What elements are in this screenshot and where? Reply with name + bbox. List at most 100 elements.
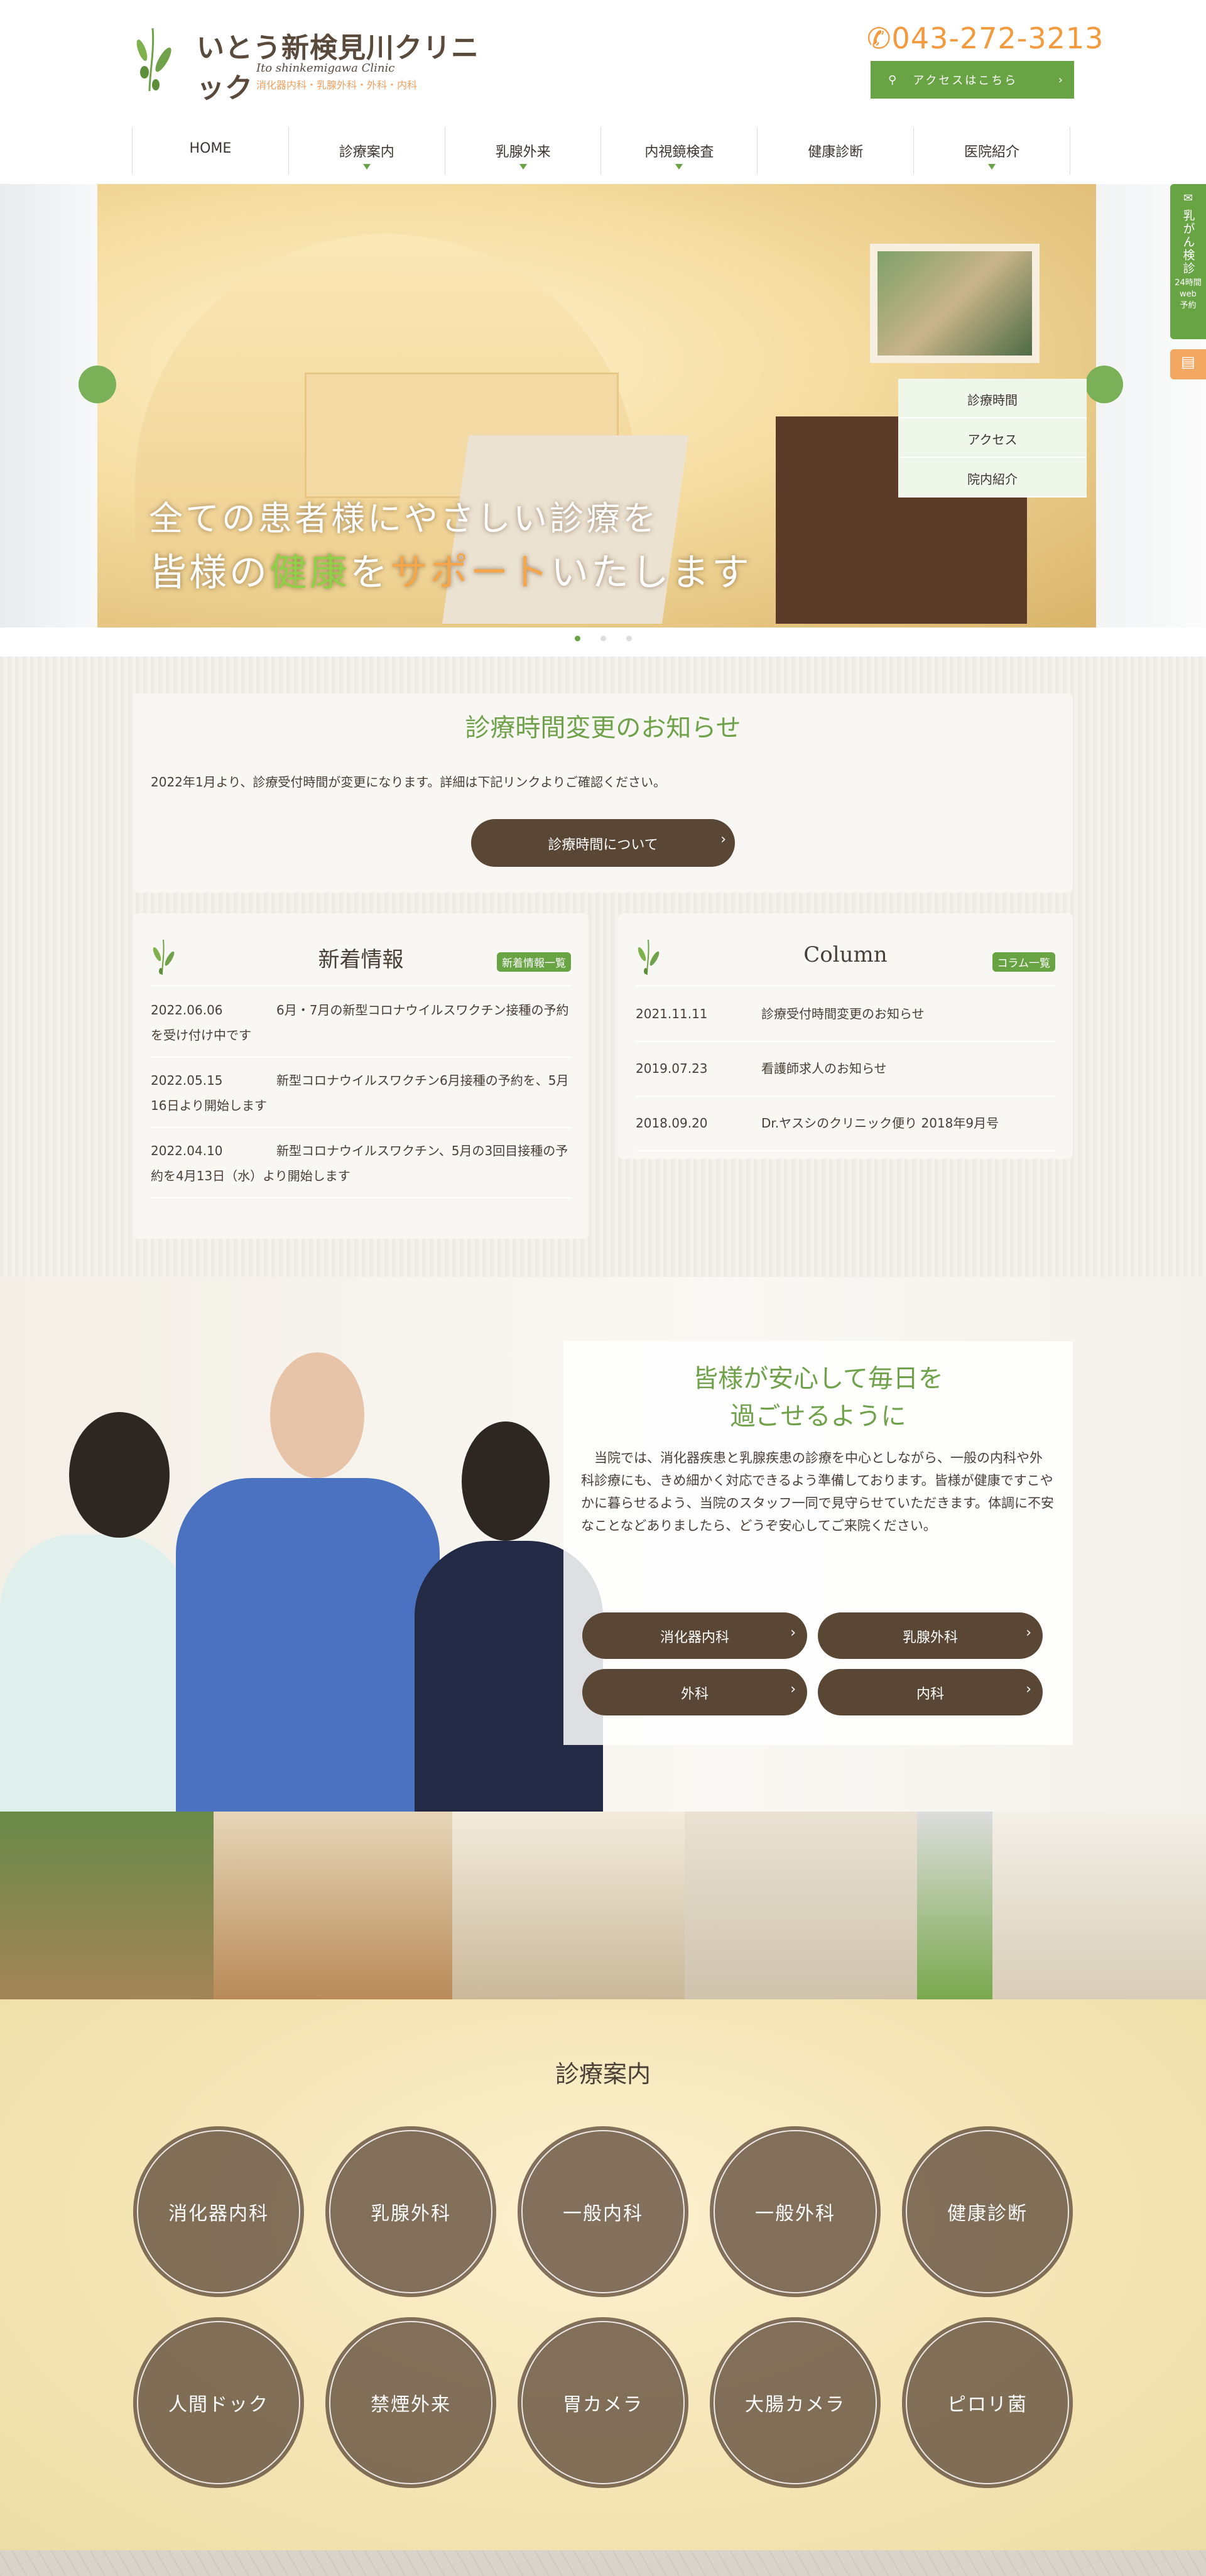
nav-breast[interactable]: 乳腺外来	[444, 127, 601, 175]
slider-dot[interactable]	[574, 636, 580, 641]
access-button[interactable]: ⚲ アクセスはこちら ›	[871, 61, 1074, 99]
chevron-right-icon: ›	[720, 832, 726, 847]
service-smoking[interactable]: 禁煙外来	[325, 2317, 496, 2488]
service-checkup[interactable]: 健康診断	[902, 2126, 1073, 2297]
footer-pattern	[0, 2550, 1206, 2576]
chevron-right-icon: ›	[1026, 1682, 1031, 1697]
staff-photo-staff-head	[462, 1421, 550, 1541]
news-item[interactable]: 2022.06.06 6月・7月の新型コロナウイルスワクチン接種の予約を受け付け中…	[151, 987, 571, 1058]
nav-about-clinic[interactable]: 医院紹介	[913, 127, 1070, 175]
news-list-link[interactable]: 新着情報一覧	[497, 952, 571, 972]
breast-cancer-reservation-tab[interactable]: ✉ 乳がん検診 24時間 web 予約	[1170, 184, 1206, 339]
tab-sub: web	[1180, 290, 1197, 299]
submenu-item[interactable]: アクセス	[898, 418, 1087, 458]
staff-photo-doctor	[176, 1478, 440, 1812]
slider-dot[interactable]	[600, 636, 606, 641]
about-body: 当院では、消化器疾患と乳腺疾患の診療を中心としながら、一般の内科や外科診療にも、…	[581, 1450, 1055, 1533]
photo-signboard	[917, 1812, 992, 1999]
photo-building	[452, 1812, 685, 1999]
services-section: 診療案内 消化器内科 乳腺外科 一般内科 一般外科 健康診断 人間ドック 禁煙外…	[0, 1999, 1206, 2550]
service-internal[interactable]: 一般内科	[518, 2126, 688, 2297]
nav-label: 内視鏡検査	[644, 144, 714, 160]
column-header: Column コラム一覧	[636, 926, 1055, 986]
nav-label: 医院紹介	[964, 144, 1020, 160]
tab-sub: 24時間	[1175, 278, 1202, 288]
phone-icon: ✆	[867, 21, 892, 55]
column-card: Column コラム一覧 2021.11.11 診療受付時間変更のお知らせ 201…	[618, 913, 1073, 1159]
column-item[interactable]: 2021.11.11 診療受付時間変更のお知らせ	[636, 987, 1055, 1042]
olive-leaf-icon	[136, 28, 171, 92]
map-pin-icon: ⚲	[888, 73, 897, 87]
column-item[interactable]: 2019.07.23 看護師求人のお知らせ	[636, 1042, 1055, 1097]
hours-button[interactable]: 診療時間について ›	[471, 819, 735, 867]
hero-prev-slide-peek	[0, 184, 97, 628]
staff-photo-nurse-head	[69, 1412, 170, 1538]
column-list: 2021.11.11 診療受付時間変更のお知らせ 2019.07.23 看護師求人の…	[636, 987, 1055, 1151]
chevron-right-icon: ›	[1058, 73, 1063, 87]
service-surgery[interactable]: 一般外科	[710, 2126, 881, 2297]
service-pylori[interactable]: ピロリ菌	[902, 2317, 1073, 2488]
caret-down-icon	[519, 164, 527, 170]
notice-body: 2022年1月より、診療受付時間が変更になります。詳細は下記リンクよりご確認くだ…	[151, 774, 666, 790]
slider-dots	[565, 636, 641, 641]
nav-services[interactable]: 診療案内	[288, 127, 445, 175]
hero-photo-painting	[870, 244, 1040, 363]
chevron-right-icon: ›	[790, 1625, 796, 1641]
photo-hallway	[685, 1812, 917, 1999]
photo-sign	[214, 1812, 452, 1999]
dept-button-breast[interactable]: 乳腺外科 ›	[818, 1612, 1043, 1659]
chevron-right-icon: ›	[1026, 1625, 1031, 1641]
about-panel: 皆様が安心して毎日を 過ごせるように 当院では、消化器疾患と乳腺疾患の診療を中心と…	[563, 1341, 1073, 1745]
news-header: 新着情報 新着情報一覧	[151, 926, 571, 986]
slider-dot[interactable]	[626, 636, 632, 641]
staff-photo-nurse	[0, 1535, 188, 1812]
submenu-item[interactable]: 診療時間	[898, 379, 1087, 418]
clinic-logo[interactable]: いとう新検見川クリニック Ito shinkemigawa Clinic 消化器…	[131, 25, 501, 104]
access-label: アクセスはこちら	[913, 74, 1018, 87]
main-nav: HOME 診療案内 乳腺外来 内視鏡検査 健康診断 医院紹介	[132, 127, 1070, 175]
dept-button-surgery[interactable]: 外科 ›	[582, 1669, 807, 1715]
clipboard-icon: ▤	[1181, 353, 1195, 371]
caret-down-icon	[988, 164, 996, 170]
service-breast[interactable]: 乳腺外科	[325, 2126, 496, 2297]
dept-button-gastro[interactable]: 消化器内科 ›	[582, 1612, 807, 1659]
questionnaire-tab[interactable]: ▤	[1170, 349, 1206, 379]
service-gastro[interactable]: 消化器内科	[133, 2126, 304, 2297]
news-card: 新着情報 新着情報一覧 2022.06.06 6月・7月の新型コロナウイルスワクチ…	[133, 913, 589, 1239]
news-item[interactable]: 2022.05.15 新型コロナウイルスワクチン6月接種の予約を、5月16日より開…	[151, 1058, 571, 1128]
phone-number[interactable]: ✆043-272-3213	[867, 21, 1104, 55]
nav-label: 乳腺外来	[495, 144, 551, 160]
mail-icon: ✉	[1183, 192, 1193, 205]
photo-strip	[0, 1812, 1206, 1999]
slider-prev-button[interactable]	[79, 366, 116, 403]
about-title: 皆様が安心して毎日を 過ごせるように	[693, 1364, 943, 1431]
column-item[interactable]: 2018.09.20 Dr.ヤスシのクリニック便り 2018年9月号	[636, 1097, 1055, 1151]
photo-plants	[0, 1812, 214, 1999]
nav-home[interactable]: HOME	[132, 127, 288, 175]
tab-sub: 予約	[1180, 301, 1197, 310]
hero-subheadline: 皆様の健康をサポートいたします	[149, 551, 752, 595]
column-list-link[interactable]: コラム一覧	[992, 952, 1055, 972]
submenu-item[interactable]: 院内紹介	[898, 458, 1087, 497]
services-title: 診療案内	[555, 2060, 651, 2088]
nav-label: HOME	[189, 141, 232, 156]
chevron-right-icon: ›	[790, 1682, 796, 1697]
service-dock[interactable]: 人間ドック	[133, 2317, 304, 2488]
staff-photo-doctor-head	[270, 1352, 364, 1478]
caret-down-icon	[362, 164, 371, 170]
caret-down-icon	[675, 164, 683, 170]
nav-checkup[interactable]: 健康診断	[757, 127, 913, 175]
button-label: 診療時間について	[548, 837, 658, 853]
service-gastroscopy[interactable]: 胃カメラ	[518, 2317, 688, 2488]
slider-next-button[interactable]	[1085, 366, 1123, 403]
logo-english: Ito shinkemigawa Clinic	[256, 62, 395, 75]
photo-logo-wall	[992, 1812, 1206, 1999]
service-colonoscopy[interactable]: 大腸カメラ	[710, 2317, 881, 2488]
news-item[interactable]: 2022.04.10 新型コロナウイルスワクチン、5月の3回目接種の予約を4月13…	[151, 1128, 571, 1198]
phone-text: 043-272-3213	[891, 21, 1104, 55]
dept-button-internal[interactable]: 内科 ›	[818, 1669, 1043, 1715]
nav-label: 健康診断	[808, 144, 864, 160]
notice-title: 診療時間変更のお知らせ	[465, 714, 741, 742]
nav-endoscopy[interactable]: 内視鏡検査	[600, 127, 757, 175]
logo-departments: 消化器内科・乳腺外科・外科・内科	[256, 79, 418, 91]
